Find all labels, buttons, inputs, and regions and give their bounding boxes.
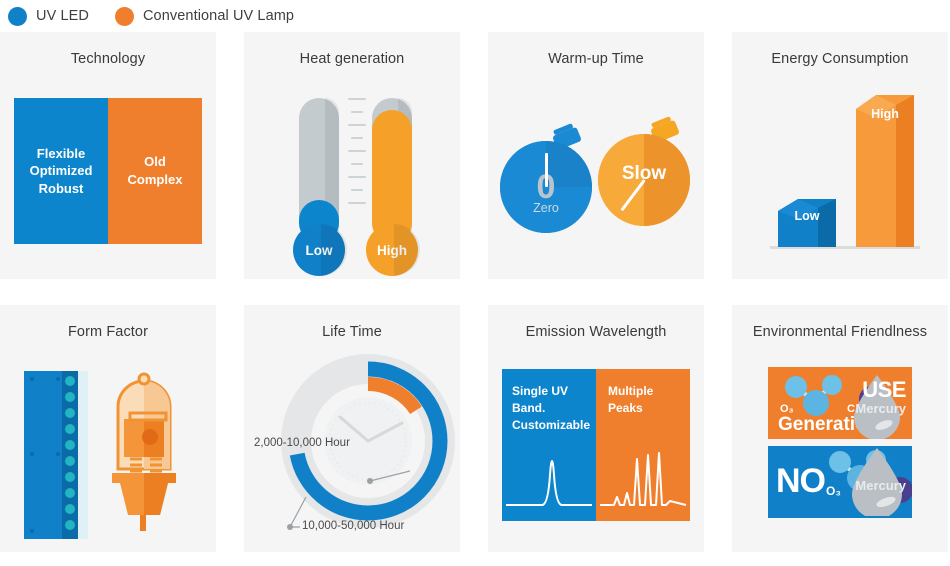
- spectrum-led-curve: [502, 435, 596, 513]
- card-body-emission-wavelength: Single UV Band. Customizable Multiple Pe…: [488, 349, 704, 552]
- technology-led-line-1: Flexible: [30, 145, 93, 163]
- stopwatch-led: 0 Zero: [500, 131, 592, 223]
- spectrum-led-panel: Single UV Band. Customizable: [502, 369, 596, 521]
- legend-label-uv-led: UV LED: [36, 8, 89, 24]
- card-title-energy-consumption: Energy Consumption: [732, 32, 948, 67]
- card-warm-up-time: Warm-up Time 0 Zero: [488, 32, 704, 279]
- env-led-mercury-label: Mercury: [855, 478, 906, 493]
- card-environmental-friendliness: Environmental Friendlness O₃ C: [732, 305, 948, 552]
- comparison-grid: Technology Flexible Optimized Robust Old…: [0, 32, 950, 552]
- life-time-lamp-label: 2,000-10,000 Hour: [254, 437, 350, 449]
- bar-led: Low: [778, 199, 836, 247]
- circle-dot-icon: [8, 7, 27, 26]
- bar-lamp: High: [856, 95, 914, 247]
- stopwatch-led-sublabel: Zero: [500, 201, 592, 215]
- life-time-donut-chart: [244, 349, 460, 549]
- spectrum-lamp-panel: Multiple Peaks: [596, 369, 690, 521]
- card-title-warm-up-time: Warm-up Time: [488, 32, 704, 67]
- card-technology: Technology Flexible Optimized Robust Old…: [0, 32, 216, 279]
- thermometer-scale-ticks: [348, 98, 370, 215]
- bar-lamp-label: High: [856, 107, 914, 121]
- legend-label-conventional-uv-lamp: Conventional UV Lamp: [143, 8, 294, 24]
- technology-led-block: Flexible Optimized Robust: [14, 98, 108, 244]
- env-lamp-mercury-label: Mercury: [855, 401, 906, 416]
- stopwatch-led-hand: [545, 153, 548, 187]
- stopwatch-lamp-face: Slow: [598, 134, 690, 226]
- card-emission-wavelength: Emission Wavelength Single UV Band. Cust…: [488, 305, 704, 552]
- technology-led-line-3: Robust: [30, 180, 93, 198]
- env-led-ozone-label: O₃: [826, 484, 841, 498]
- card-title-form-factor: Form Factor: [0, 305, 216, 340]
- card-body-form-factor: [0, 349, 216, 552]
- spectrum-lamp-title: Multiple Peaks: [596, 369, 690, 417]
- spectrum-lamp-line-1: Multiple Peaks: [608, 383, 690, 417]
- env-led-negation-label: NO: [776, 462, 825, 501]
- circle-dot-icon: [115, 7, 134, 26]
- card-title-life-time: Life Time: [244, 305, 460, 340]
- thermometer-led-bulb-shade: [321, 224, 347, 276]
- bar-led-label: Low: [778, 209, 836, 223]
- spectrum-led-line-1: Single UV Band.: [512, 383, 596, 417]
- thermometer-lamp-fill: [372, 110, 412, 243]
- life-time-led-label: 10,000-50,000 Hour: [302, 520, 404, 532]
- card-body-energy-consumption: Low High: [732, 76, 948, 279]
- card-form-factor: Form Factor: [0, 305, 216, 552]
- card-body-heat-generation: Low High: [244, 76, 460, 279]
- card-heat-generation: Heat generation Low: [244, 32, 460, 279]
- env-lamp-mercury-action: USE: [862, 377, 906, 403]
- card-title-technology: Technology: [0, 32, 216, 67]
- stopwatch-lamp: Slow: [598, 124, 690, 216]
- thermometer-lamp-bulb-shade: [394, 224, 420, 276]
- spectrum-lamp-curve: [596, 435, 690, 513]
- legend-item-conventional-uv-lamp: Conventional UV Lamp: [115, 7, 294, 26]
- env-lamp-panel: O₃ C Generation USE Mercury: [768, 367, 912, 439]
- thermometer-lamp-tube: [372, 98, 412, 243]
- card-body-environmental-friendliness: O₃ C Generation USE Mercury NO: [732, 349, 948, 552]
- uv-lamp-bulb-icon: [0, 349, 216, 549]
- card-energy-consumption: Energy Consumption Low: [732, 32, 948, 279]
- card-title-environmental-friendliness: Environmental Friendlness: [732, 305, 948, 340]
- card-title-emission-wavelength: Emission Wavelength: [488, 305, 704, 340]
- stopwatch-led-face: 0 Zero: [500, 141, 592, 233]
- technology-lamp-line-1: Old: [128, 153, 183, 171]
- spectrum-led-line-2: Customizable: [512, 417, 596, 434]
- technology-lamp-line-2: Complex: [128, 171, 183, 189]
- card-body-warm-up-time: 0 Zero Slow: [488, 76, 704, 279]
- technology-lamp-block: Old Complex: [108, 98, 202, 244]
- card-body-life-time: 2,000-10,000 Hour 10,000-50,000 Hour: [244, 349, 460, 552]
- card-body-technology: Flexible Optimized Robust Old Complex: [0, 76, 216, 279]
- legend: UV LED Conventional UV Lamp: [0, 0, 950, 32]
- thermometer-led-tube: [299, 98, 339, 243]
- spectrum-led-title: Single UV Band. Customizable: [502, 369, 596, 433]
- env-led-panel: NO O₃ C: [768, 446, 912, 518]
- legend-item-uv-led: UV LED: [8, 7, 89, 26]
- bar-led-shape: [778, 199, 836, 247]
- card-title-heat-generation: Heat generation: [244, 32, 460, 67]
- technology-led-line-2: Optimized: [30, 162, 93, 180]
- card-life-time: Life Time: [244, 305, 460, 552]
